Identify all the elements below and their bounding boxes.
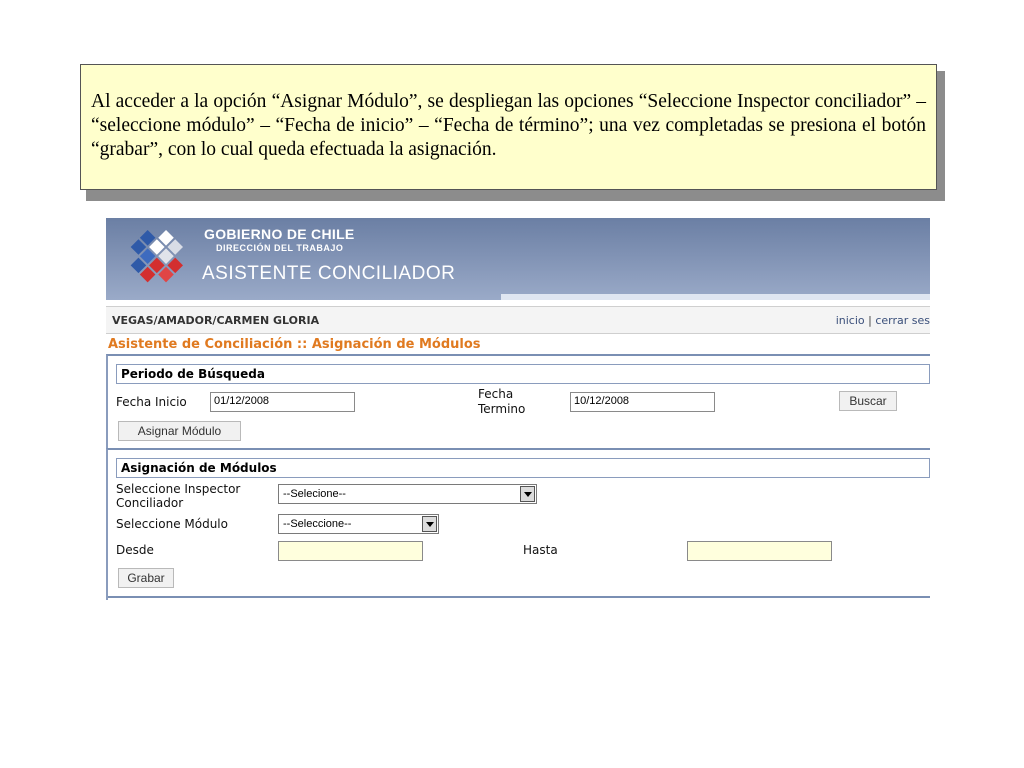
fecha-inicio-input[interactable]: 01/12/2008 [210,392,355,412]
chevron-down-icon[interactable] [422,516,437,532]
asignar-modulo-button[interactable]: Asignar Módulo [118,421,241,441]
grabar-button[interactable]: Grabar [118,568,174,588]
division-name: DIRECCIÓN DEL TRABAJO [216,243,344,253]
search-panel: Periodo de Búsqueda Fecha Inicio 01/12/2… [106,354,930,448]
desde-input[interactable] [278,541,423,561]
modulo-select-value: --Seleccione-- [283,518,352,530]
user-name: VEGAS/AMADOR/CARMEN GLORIA [112,314,320,327]
chevron-down-icon[interactable] [520,486,535,502]
inspector-select-value: --Selecione-- [283,488,346,500]
desde-label: Desde [116,543,154,557]
inspector-label-1: Seleccione Inspector [116,482,241,496]
fecha-inicio-label: Fecha Inicio [116,395,187,409]
fecha-termino-label-1: Fecha [478,387,514,401]
gobierno-de-chile-logo-icon [130,230,183,283]
instruction-note: Al acceder a la opción “Asignar Módulo”,… [80,64,937,190]
org-name: GOBIERNO DE CHILE [204,226,355,242]
breadcrumb: Asistente de Conciliación :: Asignación … [108,337,481,352]
inicio-link[interactable]: inicio [836,314,865,327]
app-screenshot: GOBIERNO DE CHILE DIRECCIÓN DEL TRABAJO … [106,218,930,602]
search-panel-title: Periodo de Búsqueda [116,364,930,384]
banner-strip [501,294,930,300]
link-separator: | [868,314,872,327]
inspector-label-2: Conciliador [116,496,184,510]
modulo-select[interactable]: --Seleccione-- [278,514,439,534]
hasta-label: Hasta [523,543,558,557]
hasta-input[interactable] [687,541,832,561]
header-banner: GOBIERNO DE CHILE DIRECCIÓN DEL TRABAJO … [106,218,930,300]
user-bar: VEGAS/AMADOR/CARMEN GLORIA inicio | cerr… [106,306,930,334]
fecha-termino-input[interactable]: 10/12/2008 [570,392,715,412]
assign-panel: Asignación de Módulos Seleccione Inspect… [106,448,930,600]
app-title: ASISTENTE CONCILIADOR [202,263,456,284]
assign-panel-title: Asignación de Módulos [116,458,930,478]
panel-bottom-rule [108,596,930,598]
user-links: inicio | cerrar ses [836,314,930,327]
cerrar-sesion-link[interactable]: cerrar ses [875,314,930,327]
buscar-button[interactable]: Buscar [839,391,897,411]
fecha-termino-label-2: Termino [478,402,526,416]
modulo-label: Seleccione Módulo [116,517,228,531]
inspector-select[interactable]: --Selecione-- [278,484,537,504]
